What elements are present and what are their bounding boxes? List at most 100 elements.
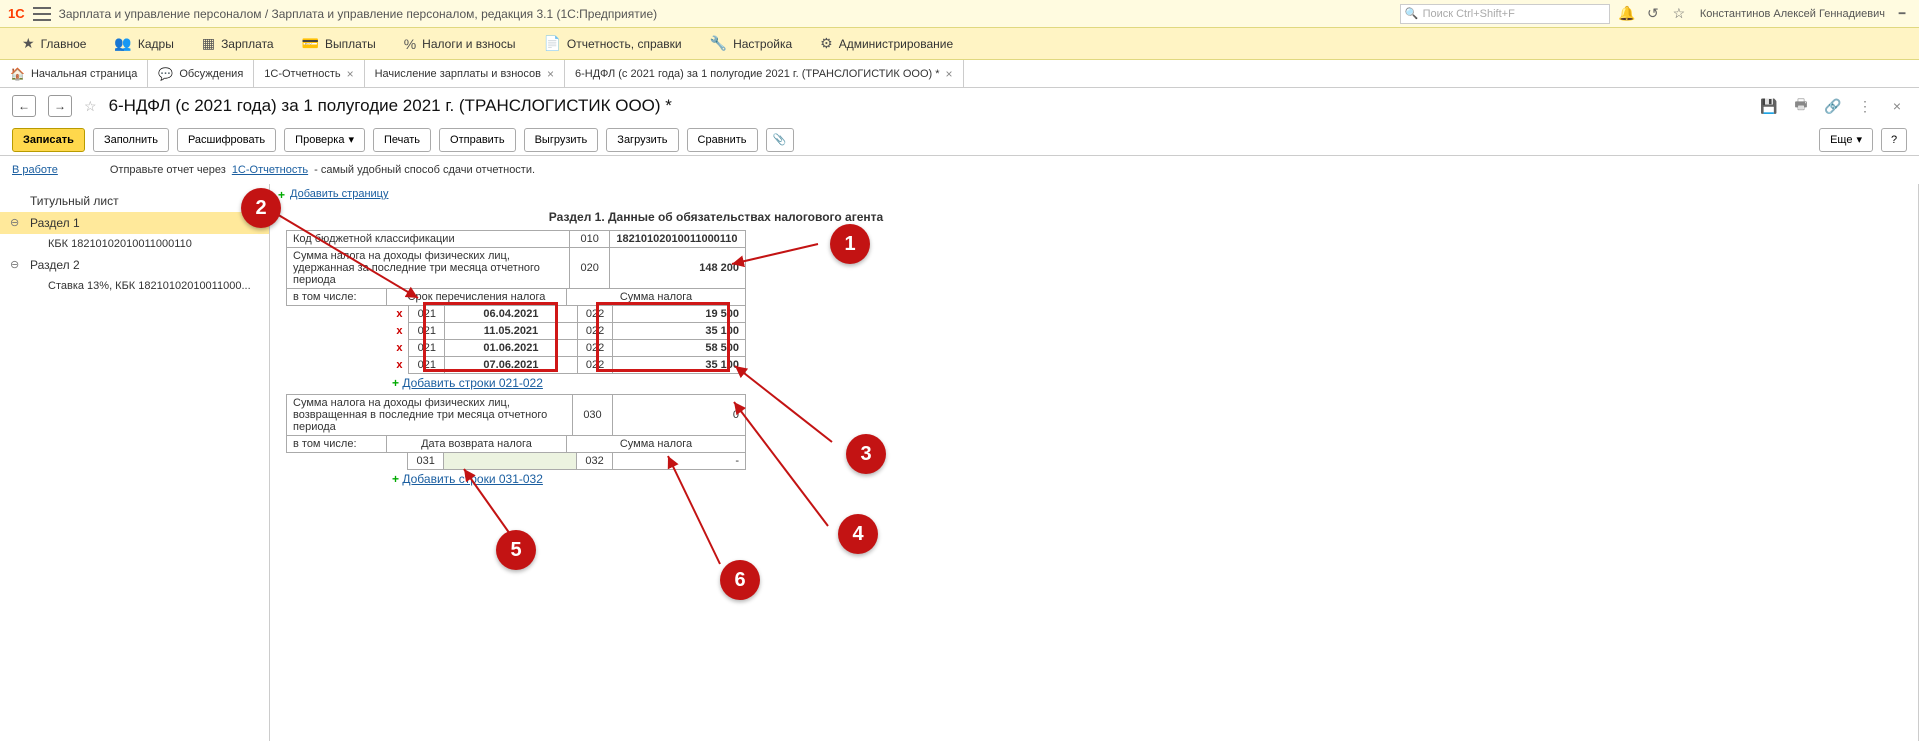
upload-button[interactable]: Выгрузить xyxy=(524,128,599,152)
menu-nastroika[interactable]: 🔧Настройка xyxy=(696,28,807,59)
tab-start[interactable]: 🏠Начальная страница xyxy=(0,60,148,87)
star-menu-icon: ★ xyxy=(22,35,35,52)
nav-rate[interactable]: Ставка 13%, КБК 18210102010011000... xyxy=(0,276,269,296)
add-rows-021-link[interactable]: Добавить строки 021-022 xyxy=(402,376,543,390)
row010-label: Код бюджетной классификации xyxy=(287,231,570,248)
paperclip-icon: 📎 xyxy=(773,133,787,146)
tab-discuss[interactable]: 💬Обсуждения xyxy=(148,60,254,87)
col-date2-header: Дата возврата налога xyxy=(387,436,567,453)
row022-sum[interactable]: 35 100 xyxy=(613,323,746,340)
save-button[interactable]: Записать xyxy=(12,128,85,152)
chat-icon: 💬 xyxy=(158,67,173,81)
delete-row-icon[interactable]: x xyxy=(396,359,402,371)
send-button[interactable]: Отправить xyxy=(439,128,516,152)
status-link[interactable]: 1С-Отчетность xyxy=(232,164,308,176)
menu-main[interactable]: ★Главное xyxy=(8,28,100,59)
attach-button[interactable]: 📎 xyxy=(766,128,794,152)
download-button[interactable]: Загрузить xyxy=(606,128,678,152)
add-page-link[interactable]: Добавить страницу xyxy=(290,188,388,200)
left-navigation: Титульный лист ⊖Раздел 1 КБК 18210102010… xyxy=(0,184,270,741)
close-icon[interactable]: × xyxy=(547,67,554,81)
menu-nalogi[interactable]: %Налоги и взносы xyxy=(390,28,530,59)
help-button[interactable]: ? xyxy=(1881,128,1907,152)
nav-section-2[interactable]: ⊖Раздел 2 xyxy=(0,254,269,276)
row022-sum[interactable]: 35 100 xyxy=(613,357,746,374)
search-input[interactable]: 🔍 Поиск Ctrl+Shift+F xyxy=(1400,4,1610,24)
kebab-icon[interactable]: ⋮ xyxy=(1855,96,1875,116)
row031-value[interactable] xyxy=(444,453,577,470)
wrench-icon: 🔧 xyxy=(710,35,727,52)
status-state[interactable]: В работе xyxy=(12,164,58,176)
collapse-icon[interactable]: ⊖ xyxy=(10,216,19,229)
logo-1c: 1C xyxy=(8,6,25,21)
row020-code: 020 xyxy=(569,248,609,289)
check-button[interactable]: Проверка ▾ xyxy=(284,128,365,152)
search-icon: 🔍 xyxy=(1405,7,1419,20)
close-icon[interactable]: × xyxy=(347,67,354,81)
fill-button[interactable]: Заполнить xyxy=(93,128,169,152)
row010-value[interactable]: 18210102010011000110 xyxy=(610,231,746,248)
menu-icon[interactable] xyxy=(33,7,51,21)
compare-button[interactable]: Сравнить xyxy=(687,128,758,152)
row030-code: 030 xyxy=(572,395,613,436)
nav-title-page[interactable]: Титульный лист xyxy=(0,190,269,212)
row022-code: 022 xyxy=(577,323,613,340)
row010-code: 010 xyxy=(569,231,609,248)
decode-button[interactable]: Расшифровать xyxy=(177,128,276,152)
star-icon[interactable]: ☆ xyxy=(1670,5,1688,23)
print-button[interactable]: Печать xyxy=(373,128,431,152)
menu-kadry[interactable]: 👥Кадры xyxy=(100,28,187,59)
nav-kbk[interactable]: КБК 18210102010011000110 xyxy=(0,234,269,254)
chevron-down-icon: ▾ xyxy=(1856,133,1862,146)
menu-vyplaty[interactable]: 💳Выплаты xyxy=(288,28,390,59)
app-title: Зарплата и управление персоналом / Зарпл… xyxy=(59,7,658,21)
row021-date[interactable]: 06.04.2021 xyxy=(445,306,578,323)
row030-value[interactable]: 0 xyxy=(613,395,746,436)
close-icon[interactable]: ━ xyxy=(1893,5,1911,23)
close-icon[interactable]: × xyxy=(946,67,953,81)
incl-label: в том числе: xyxy=(287,289,387,306)
row032-code: 032 xyxy=(577,453,613,470)
row030-label: Сумма налога на доходы физических лиц, в… xyxy=(287,395,573,436)
collapse-icon[interactable]: ⊖ xyxy=(10,258,19,271)
row021-date[interactable]: 11.05.2021 xyxy=(445,323,578,340)
row021-code: 021 xyxy=(409,340,445,357)
add-rows-031-link[interactable]: Добавить строки 031-032 xyxy=(402,472,543,486)
save-icon[interactable]: 💾 xyxy=(1759,96,1779,116)
delete-row-icon[interactable]: x xyxy=(396,325,402,337)
menu-admin[interactable]: ⚙Администрирование xyxy=(806,28,967,59)
row032-value[interactable]: - xyxy=(612,453,745,470)
bell-icon[interactable]: 🔔 xyxy=(1618,5,1636,23)
tab-6ndfl[interactable]: 6-НДФЛ (с 2021 года) за 1 полугодие 2021… xyxy=(565,60,964,87)
col-sum-header: Сумма налога xyxy=(567,289,746,306)
tabs-row: 🏠Начальная страница 💬Обсуждения 1С-Отчет… xyxy=(0,60,1919,88)
menu-otchet[interactable]: 📄Отчетность, справки xyxy=(529,28,695,59)
print-icon[interactable]: 🖶 xyxy=(1791,96,1811,116)
callout-3: 3 xyxy=(846,434,886,474)
tab-nachisl[interactable]: Начисление зарплаты и взносов× xyxy=(365,60,565,87)
plus-icon: + xyxy=(392,472,399,486)
row021-date[interactable]: 01.06.2021 xyxy=(445,340,578,357)
delete-row-icon[interactable]: x xyxy=(396,342,402,354)
link-icon[interactable]: 🔗 xyxy=(1823,96,1843,116)
forward-button[interactable]: → xyxy=(48,95,72,117)
nav-section-1[interactable]: ⊖Раздел 1 xyxy=(0,212,269,234)
callout-6: 6 xyxy=(720,560,760,600)
history-icon[interactable]: ↺ xyxy=(1644,5,1662,23)
tab-1c-report[interactable]: 1С-Отчетность× xyxy=(254,60,364,87)
more-button[interactable]: Еще ▾ xyxy=(1819,128,1873,152)
close-page-icon[interactable]: × xyxy=(1887,96,1907,116)
row020-value[interactable]: 148 200 xyxy=(610,248,746,289)
back-button[interactable]: ← xyxy=(12,95,36,117)
menu-zarplata[interactable]: ▦Зарплата xyxy=(188,28,288,59)
row022-sum[interactable]: 19 500 xyxy=(613,306,746,323)
row020-label: Сумма налога на доходы физических лиц, у… xyxy=(287,248,570,289)
section-title: Раздел 1. Данные об обязательствах налог… xyxy=(486,210,946,224)
plus-icon: + xyxy=(392,376,399,390)
delete-row-icon[interactable]: x xyxy=(396,308,402,320)
row022-sum[interactable]: 58 500 xyxy=(613,340,746,357)
row021-date[interactable]: 07.06.2021 xyxy=(445,357,578,374)
user-name[interactable]: Константинов Алексей Геннадиевич xyxy=(1700,8,1885,20)
favorite-icon[interactable]: ☆ xyxy=(84,98,97,115)
main-menu: ★Главное 👥Кадры ▦Зарплата 💳Выплаты %Нало… xyxy=(0,28,1919,60)
